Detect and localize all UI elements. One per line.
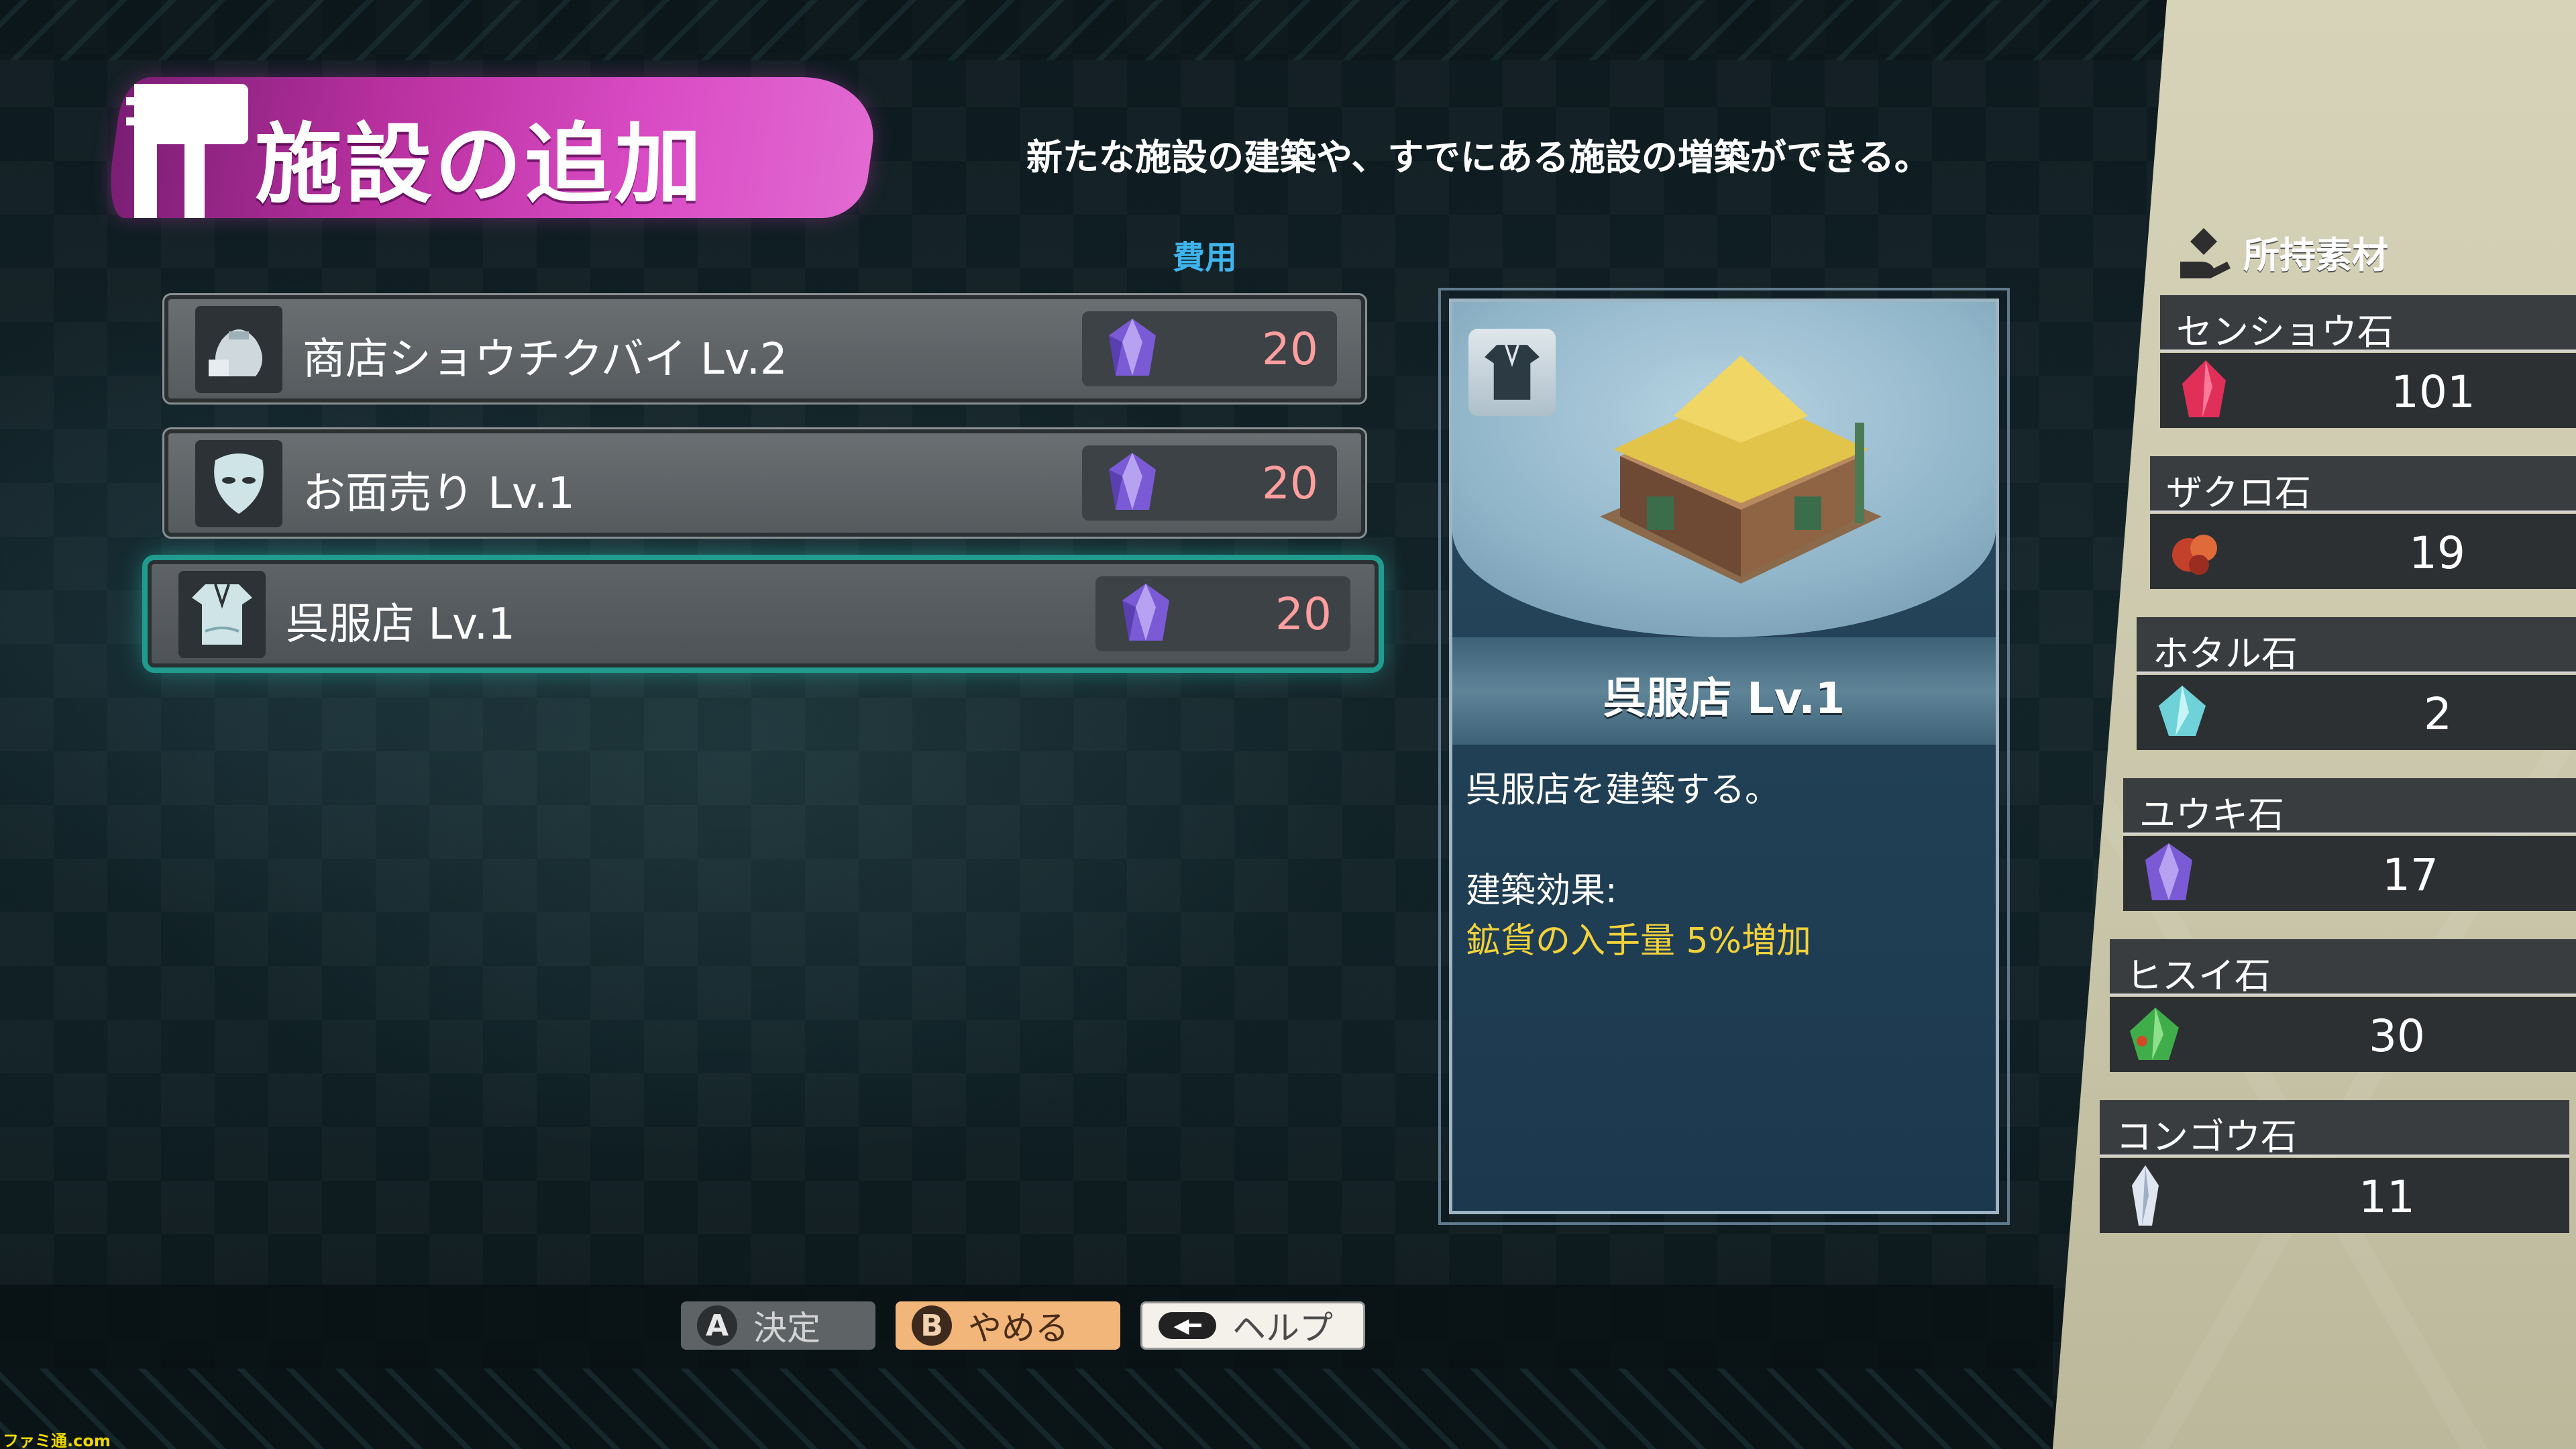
facility-row-clothing-store[interactable]: 呉服店 Lv.1 20 (142, 555, 1384, 673)
cost-value: 20 (1275, 588, 1332, 640)
material-count: 19 (2409, 527, 2465, 579)
hotaru-stone-icon (2159, 686, 2206, 736)
clothing-store-building-illustration (1600, 356, 1882, 584)
top-border-pattern (0, 0, 2174, 60)
screen-title-banner: 施設の追加 (101, 64, 882, 231)
cost-box: 20 (1082, 445, 1337, 521)
material-hotaru-stone: ホタル石 2 (2137, 617, 2576, 751)
material-name: センショウ石 (2176, 311, 2394, 353)
material-yuuki-stone: ユウキ石 17 (2123, 778, 2576, 912)
material-hisui-stone: ヒスイ石 30 (2110, 939, 2576, 1073)
material-count-bar: 30 (2110, 997, 2576, 1072)
cancel-button[interactable]: B やめる (896, 1301, 1120, 1350)
facility-preview (1452, 302, 1996, 637)
detail-effect-value: 鉱貨の入手量 5%増加 (1466, 921, 1812, 961)
cancel-label: やめる (968, 1309, 1069, 1348)
cost-box: 20 (1082, 311, 1337, 386)
material-count: 17 (2382, 849, 2438, 901)
mask-icon (195, 440, 282, 527)
yuuki-stone-icon (1122, 584, 1169, 641)
material-name-bar: センショウ石 (2160, 295, 2576, 353)
sensho-stone-icon (2182, 360, 2226, 417)
material-count: 101 (2391, 366, 2475, 418)
material-kongou-stone: コンゴウ石 11 (2100, 1100, 2569, 1234)
material-name: ザクロ石 (2166, 472, 2311, 514)
confirm-button[interactable]: A 決定 (681, 1301, 875, 1350)
button-prompts: A 決定 B やめる ◀━ ヘルプ (681, 1301, 1365, 1350)
materials-header: 所持素材 (2174, 221, 2388, 282)
bottom-border-pattern (0, 1368, 2053, 1449)
zakuro-stone-icon (2172, 535, 2217, 575)
material-count: 11 (2359, 1171, 2415, 1223)
cost-value: 20 (1262, 323, 1318, 375)
material-count-bar: 17 (2123, 836, 2576, 911)
b-button-icon: B (912, 1305, 952, 1346)
material-count-bar: 2 (2137, 675, 2576, 750)
watermark: ファミ通.com (3, 1432, 111, 1449)
page-subtitle: 新たな施設の建築や、すでにある施設の増築ができる。 (1026, 136, 1931, 178)
material-count-bar: 101 (2160, 353, 2576, 428)
cost-value: 20 (1262, 458, 1318, 509)
material-count: 30 (2369, 1010, 2425, 1062)
detail-facility-name: 呉服店 Lv.1 (1603, 674, 1845, 724)
yuuki-stone-icon (1109, 453, 1156, 510)
cost-column-header: 費用 (1173, 239, 1238, 276)
detail-description: 呉服店を建築する。 (1466, 770, 1780, 810)
material-name-bar: ヒスイ石 (2110, 939, 2576, 997)
facility-row-mask-seller[interactable]: お面売り Lv.1 20 (162, 427, 1367, 539)
confirm-label: 決定 (753, 1309, 820, 1348)
facility-row-shop[interactable]: 商店ショウチクバイ Lv.2 20 (162, 293, 1367, 405)
material-name: ユウキ石 (2139, 794, 2284, 836)
yuuki-stone-icon (2145, 843, 2192, 900)
material-count: 2 (2424, 688, 2452, 740)
kimono-icon (178, 571, 266, 658)
material-name-bar: ホタル石 (2137, 617, 2576, 675)
facility-label: 呉服店 Lv.1 (286, 600, 515, 649)
detail-effect-label: 建築効果: (1466, 871, 1617, 911)
material-name: コンゴウ石 (2116, 1116, 2297, 1158)
help-button[interactable]: ◀━ ヘルプ (1140, 1301, 1365, 1350)
hammer-icon (126, 84, 248, 218)
materials-header-label: 所持素材 (2243, 233, 2388, 276)
hand-holding-icon (2180, 228, 2231, 278)
hisui-stone-icon (2130, 1008, 2179, 1060)
material-sensho-stone: センショウ石 101 (2160, 295, 2576, 429)
material-name-bar: ユウキ石 (2123, 778, 2576, 836)
page-title: 施設の追加 (255, 113, 705, 215)
facility-label: お面売り Lv.1 (303, 469, 575, 519)
material-name: ヒスイ石 (2126, 955, 2271, 997)
yuuki-stone-icon (1109, 319, 1156, 376)
a-button-icon: A (697, 1305, 737, 1346)
material-name-bar: コンゴウ石 (2100, 1100, 2569, 1158)
help-label: ヘルプ (1232, 1309, 1333, 1348)
bag-icon (195, 306, 282, 393)
kongou-stone-icon (2132, 1165, 2159, 1226)
material-name: ホタル石 (2153, 633, 2298, 675)
minus-button-icon: ◀━ (1159, 1312, 1216, 1339)
material-count-bar: 19 (2150, 514, 2576, 589)
material-zakuro-stone: ザクロ石 19 (2150, 456, 2576, 590)
facility-detail-panel: 呉服店 Lv.1 呉服店を建築する。 建築効果: 鉱貨の入手量 5%増加 (1438, 288, 2010, 1225)
facility-label: 商店ショウチクバイ Lv.2 (303, 335, 788, 384)
material-count-bar: 11 (2100, 1158, 2569, 1233)
material-name-bar: ザクロ石 (2150, 456, 2576, 514)
kimono-icon (1468, 329, 1556, 416)
cost-box: 20 (1095, 576, 1350, 651)
